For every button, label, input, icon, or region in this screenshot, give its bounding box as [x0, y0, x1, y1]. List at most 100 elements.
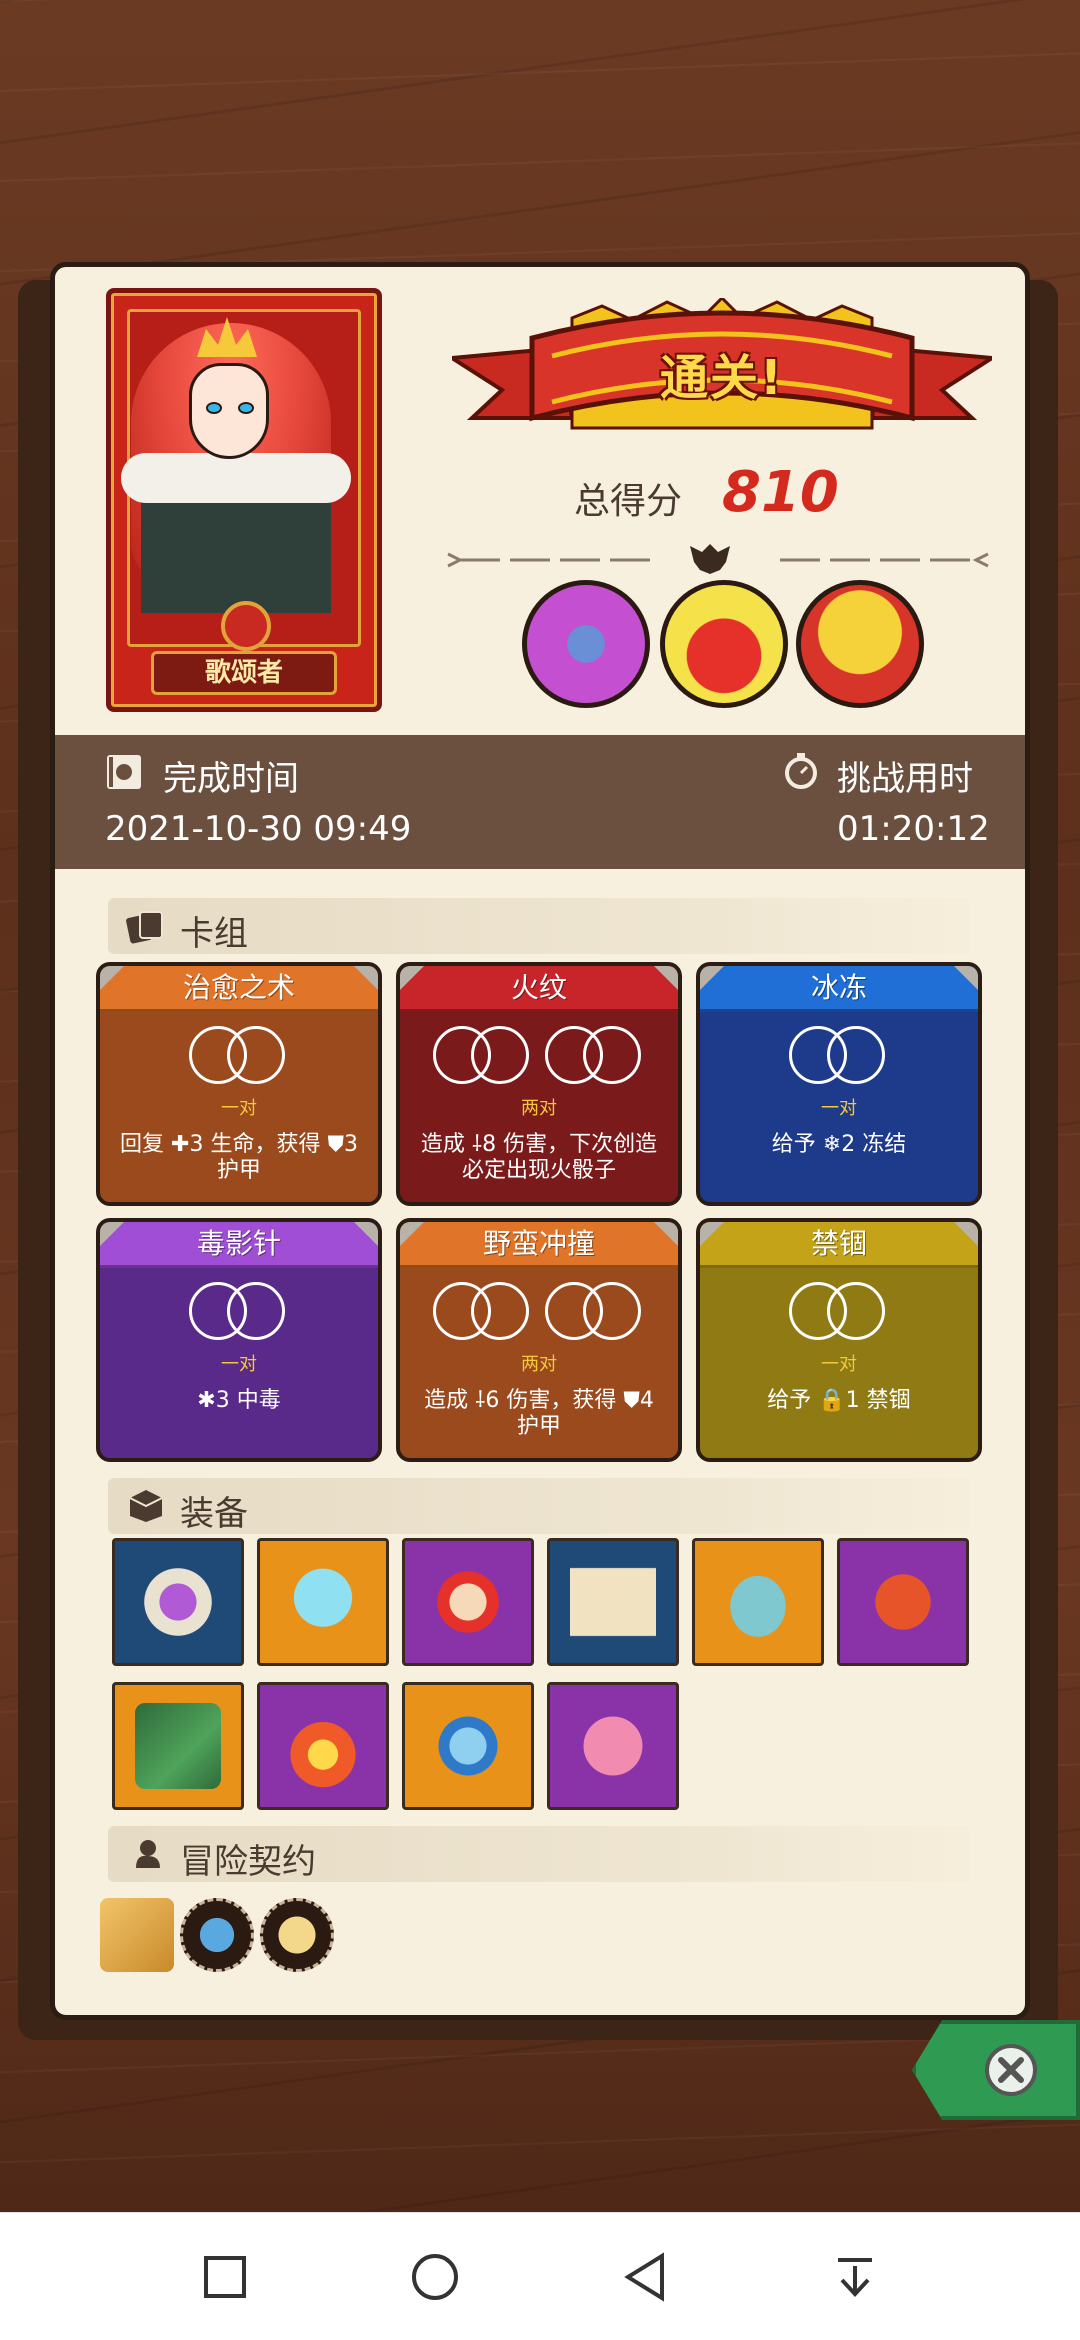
notification-pull-button[interactable]	[825, 2247, 885, 2307]
card-title: 治愈之术	[100, 966, 378, 1012]
blue-tag-contract-icon[interactable]	[180, 1898, 254, 1972]
equipment-slot[interactable]	[547, 1682, 679, 1810]
flame-mask-icon	[425, 1559, 511, 1645]
system-nav-bar	[0, 2212, 1080, 2340]
teal-vase-icon	[715, 1559, 801, 1645]
equipment-slot[interactable]	[547, 1538, 679, 1666]
hero-emblem-icon	[221, 601, 271, 651]
contract-icon	[136, 1840, 160, 1868]
skill-card[interactable]: 冰冻一对给予 ❄2 冻结	[696, 962, 982, 1206]
square-icon	[204, 2255, 246, 2298]
spiked-bracer-icon	[860, 1559, 946, 1645]
card-description: ✱3 中毒	[197, 1388, 281, 1413]
card-pair-requirement: 一对	[821, 1354, 857, 1375]
equipment-slot[interactable]	[402, 1682, 534, 1810]
dice-slot-pair	[189, 1282, 289, 1342]
skill-card[interactable]: 火纹两对造成 ⸸8 伤害，下次创造必定出现火骰子	[396, 962, 682, 1206]
fire-scroll-icon	[570, 1559, 656, 1645]
score-value: 810	[722, 460, 839, 525]
equipment-slot[interactable]	[257, 1538, 389, 1666]
card-pair-requirement: 一对	[221, 1098, 257, 1119]
dice-slot-pair	[189, 1026, 289, 1086]
recent-apps-button[interactable]	[195, 2247, 255, 2307]
skill-card[interactable]: 治愈之术一对回复 ✚3 生命，获得 ⛊3 护甲	[96, 962, 382, 1206]
home-button[interactable]	[405, 2247, 465, 2307]
equipment-slot[interactable]	[837, 1538, 969, 1666]
spiked-ball-icon	[425, 1703, 511, 1789]
dice-slot-pair	[433, 1282, 533, 1342]
contract-section-title: 冒险契约	[180, 1842, 316, 1882]
ornament-divider	[447, 544, 989, 574]
skill-card[interactable]: 禁锢一对给予 🔒1 禁锢	[696, 1218, 982, 1462]
red-demon-icon	[660, 580, 788, 708]
green-tome-icon	[135, 1703, 221, 1789]
hero-face	[189, 363, 269, 459]
fire-orb-icon	[280, 1703, 366, 1789]
card-description: 给予 ❄2 冻结	[771, 1132, 907, 1157]
dice-slot-pair	[433, 1026, 533, 1086]
close-icon	[985, 2044, 1037, 2096]
equipment-slot[interactable]	[402, 1538, 534, 1666]
card-pair-requirement: 一对	[821, 1098, 857, 1119]
dice-slot-pair	[789, 1026, 889, 1086]
skill-card[interactable]: 毒影针一对 ✱3 中毒	[96, 1218, 382, 1462]
victory-ribbon: 通关!	[446, 295, 998, 458]
hero-name: 歌颂者	[151, 651, 337, 695]
card-pair-requirement: 一对	[221, 1354, 257, 1375]
equipment-slot[interactable]	[692, 1538, 824, 1666]
equipment-slot[interactable]	[112, 1538, 244, 1666]
dice-slots	[700, 1282, 978, 1346]
gold-mask-icon	[796, 580, 924, 708]
film-icon	[107, 755, 141, 789]
back-button[interactable]	[615, 2247, 675, 2307]
card-pair-requirement: 两对	[521, 1354, 557, 1375]
equipment-slot[interactable]	[257, 1682, 389, 1810]
card-title: 冰冻	[700, 966, 978, 1012]
card-title: 火纹	[400, 966, 678, 1012]
scroll-contract-icon[interactable]	[100, 1898, 174, 1972]
equipment-section-header: 装备	[108, 1478, 970, 1534]
card-description: 回复 ✚3 生命，获得 ⛊3 护甲	[120, 1132, 358, 1183]
card-pair-requirement: 两对	[521, 1098, 557, 1119]
stopwatch-icon	[785, 753, 817, 789]
horn-contract-icon[interactable]	[260, 1898, 334, 1972]
purple-beast-icon	[522, 580, 650, 708]
hero-eye	[206, 402, 222, 414]
back-triangle-icon	[624, 2251, 664, 2302]
close-button[interactable]	[912, 2020, 1080, 2120]
deck-section-title: 卡组	[180, 914, 248, 954]
card-title: 野蛮冲撞	[400, 1222, 678, 1268]
dice-slots	[100, 1026, 378, 1090]
challenge-time-value: 01:20:12	[837, 809, 990, 849]
dice-slots	[400, 1282, 678, 1346]
card-title: 禁锢	[700, 1222, 978, 1268]
cards-icon	[126, 911, 163, 944]
dice-slots	[700, 1026, 978, 1090]
skull-book-icon	[135, 1559, 221, 1645]
hero-eye	[238, 402, 254, 414]
victory-title: 通关!	[660, 350, 784, 406]
equipment-section-title: 装备	[180, 1494, 248, 1534]
deck-section-header: 卡组	[108, 898, 970, 954]
ghost-slime-icon	[280, 1559, 366, 1645]
dice-slot-pair	[789, 1282, 889, 1342]
complete-time-value: 2021-10-30 09:49	[105, 809, 412, 849]
card-title: 毒影针	[100, 1222, 378, 1268]
card-description: 造成 ⸸6 伤害，获得 ⛊4 护甲	[424, 1388, 654, 1439]
equipment-slot[interactable]	[112, 1682, 244, 1810]
card-description: 给予 🔒1 禁锢	[767, 1388, 911, 1413]
contract-section-header: 冒险契约	[108, 1826, 970, 1882]
pull-down-icon	[838, 2257, 872, 2297]
dice-slots	[400, 1026, 678, 1090]
hero-fur-collar	[121, 453, 351, 503]
circle-icon	[412, 2253, 458, 2300]
challenge-time-label: 挑战用时	[837, 759, 973, 799]
skill-card[interactable]: 野蛮冲撞两对造成 ⸸6 伤害，获得 ⛊4 护甲	[396, 1218, 682, 1462]
spotted-shell-icon	[570, 1703, 656, 1789]
card-description: 造成 ⸸8 伤害，下次创造必定出现火骰子	[420, 1132, 658, 1183]
complete-time-label: 完成时间	[163, 759, 299, 799]
dice-slot-pair	[545, 1026, 645, 1086]
cube-icon	[129, 1490, 163, 1522]
dice-slot-pair	[545, 1282, 645, 1342]
hero-portrait: 歌颂者	[106, 288, 382, 712]
